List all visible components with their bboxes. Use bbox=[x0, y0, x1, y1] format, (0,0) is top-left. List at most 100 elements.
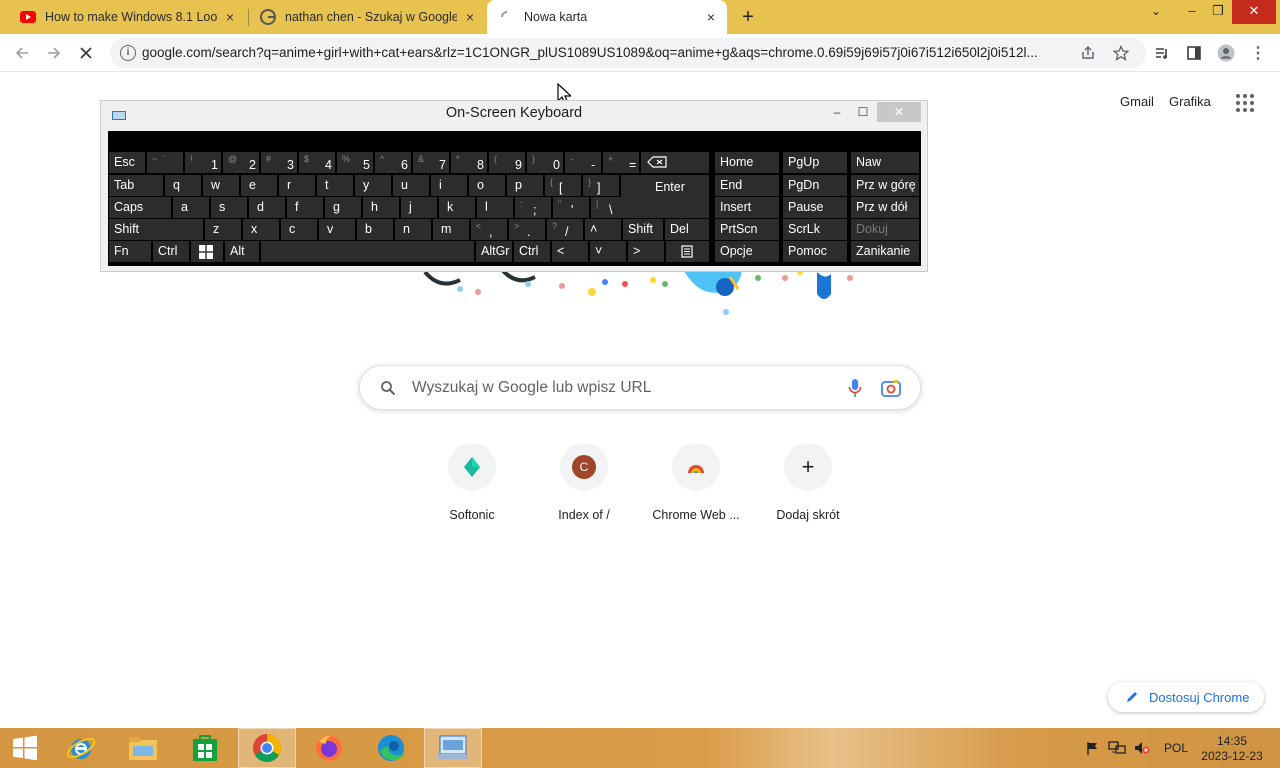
back-button[interactable] bbox=[10, 41, 34, 65]
tab-youtube[interactable]: How to make Windows 8.1 Look × bbox=[8, 0, 246, 34]
key-zanikanie[interactable]: Zanikanie bbox=[851, 241, 919, 262]
key-minus[interactable]: -- bbox=[565, 152, 601, 173]
key-2[interactable]: @2 bbox=[223, 152, 259, 173]
key-insert[interactable]: Insert bbox=[715, 197, 779, 218]
taskbar-internet-explorer[interactable] bbox=[52, 728, 110, 768]
key-alt[interactable]: Alt bbox=[225, 241, 259, 262]
media-control-button[interactable] bbox=[1150, 41, 1174, 65]
key-1[interactable]: ! 1 bbox=[185, 152, 221, 173]
close-window-button[interactable]: ✕ bbox=[1232, 0, 1276, 24]
taskbar-firefox[interactable] bbox=[300, 728, 358, 768]
speaker-muted-icon[interactable] bbox=[1134, 740, 1150, 756]
key-pause[interactable]: Pause bbox=[783, 197, 847, 218]
key-3[interactable]: #3 bbox=[261, 152, 297, 173]
taskbar-store[interactable] bbox=[176, 728, 234, 768]
key-k[interactable]: k bbox=[439, 197, 475, 218]
shortcut-chrome-web-store[interactable]: Chrome Web ... bbox=[640, 443, 752, 522]
key-w[interactable]: w bbox=[203, 175, 239, 196]
shortcut-index-of[interactable]: C Index of / bbox=[528, 443, 640, 522]
key-x[interactable]: x bbox=[243, 219, 279, 240]
profile-button[interactable] bbox=[1214, 41, 1238, 65]
key-s[interactable]: s bbox=[211, 197, 247, 218]
key-esc[interactable]: Esc bbox=[109, 152, 145, 173]
key-caps[interactable]: Caps bbox=[109, 197, 171, 218]
key-prtscn[interactable]: PrtScn bbox=[715, 219, 779, 240]
shortcut-softonic[interactable]: Softonic bbox=[416, 443, 528, 522]
key-g[interactable]: g bbox=[325, 197, 361, 218]
osk-close-button[interactable]: ✕ bbox=[877, 102, 921, 122]
search-placeholder[interactable]: Wyszukaj w Google lub wpisz URL bbox=[412, 379, 651, 397]
osk-maximize-button[interactable]: ☐ bbox=[849, 102, 877, 122]
customize-chrome-button[interactable]: Dostosuj Chrome bbox=[1108, 682, 1264, 712]
key-arrow-left[interactable]: < bbox=[552, 241, 588, 262]
key-pgdn[interactable]: PgDn bbox=[783, 175, 847, 196]
key-0[interactable]: ) 0 bbox=[527, 152, 563, 173]
tab-close-button[interactable]: × bbox=[703, 9, 719, 25]
key-b[interactable]: b bbox=[357, 219, 393, 240]
key-z[interactable]: z bbox=[205, 219, 241, 240]
key-q[interactable]: q bbox=[165, 175, 201, 196]
key-backslash[interactable]: | \ bbox=[591, 197, 627, 218]
key-r[interactable]: r bbox=[279, 175, 315, 196]
network-icon[interactable] bbox=[1108, 740, 1126, 756]
restore-button[interactable]: ❐ bbox=[1202, 0, 1234, 24]
key-equals[interactable]: + = bbox=[603, 152, 639, 173]
key-v[interactable]: v bbox=[319, 219, 355, 240]
shortcut-add[interactable]: + Dodaj skrót bbox=[752, 443, 864, 522]
key-5[interactable]: % 5 bbox=[337, 152, 373, 173]
key-home[interactable]: Home bbox=[715, 152, 779, 173]
key-slash[interactable]: ? / bbox=[547, 219, 583, 240]
search-box[interactable]: Wyszukaj w Google lub wpisz URL bbox=[359, 365, 921, 410]
key-scrlk[interactable]: ScrLk bbox=[783, 219, 847, 240]
address-url[interactable]: google.com/search?q=anime+girl+with+cat+… bbox=[142, 45, 1072, 60]
key-a[interactable]: a bbox=[173, 197, 209, 218]
key-shift-left[interactable]: Shift bbox=[109, 219, 203, 240]
key-space[interactable] bbox=[261, 241, 474, 262]
stop-loading-button[interactable] bbox=[74, 41, 98, 65]
share-icon[interactable] bbox=[1080, 45, 1096, 61]
key-pgup[interactable]: PgUp bbox=[783, 152, 847, 173]
microphone-icon[interactable] bbox=[848, 378, 862, 398]
google-apps-icon[interactable] bbox=[1236, 94, 1254, 112]
gmail-link[interactable]: Gmail bbox=[1120, 94, 1154, 109]
tab-new-tab[interactable]: Nowa karta × bbox=[487, 0, 727, 34]
key-d[interactable]: d bbox=[249, 197, 285, 218]
key-tab[interactable]: Tab bbox=[109, 175, 163, 196]
bookmark-star-icon[interactable] bbox=[1113, 45, 1129, 61]
key-ctrl-right[interactable]: Ctrl bbox=[514, 241, 550, 262]
key-naw[interactable]: Naw bbox=[851, 152, 919, 173]
clock[interactable]: 14:35 2023-12-23 bbox=[1200, 734, 1264, 764]
key-del[interactable]: Del bbox=[665, 219, 709, 240]
new-tab-button[interactable]: + bbox=[736, 5, 760, 29]
key-i[interactable]: i bbox=[431, 175, 467, 196]
menu-kebab-icon[interactable]: ⋮ bbox=[1246, 41, 1270, 65]
key-prz-w-dol[interactable]: Prz w dół bbox=[851, 197, 919, 218]
side-panel-button[interactable] bbox=[1182, 41, 1206, 65]
camera-lens-icon[interactable] bbox=[881, 379, 901, 397]
key-arrow-right[interactable]: > bbox=[628, 241, 664, 262]
key-quote[interactable]: " ' bbox=[553, 197, 589, 218]
key-comma[interactable]: <, bbox=[471, 219, 507, 240]
taskbar-on-screen-keyboard[interactable] bbox=[424, 728, 482, 768]
key-y[interactable]: y bbox=[355, 175, 391, 196]
key-c[interactable]: c bbox=[281, 219, 317, 240]
key-j[interactable]: j bbox=[401, 197, 437, 218]
key-n[interactable]: n bbox=[395, 219, 431, 240]
key-e[interactable]: e bbox=[241, 175, 277, 196]
tab-close-button[interactable]: × bbox=[222, 9, 238, 25]
key-shift-right[interactable]: Shift bbox=[623, 219, 663, 240]
key-8[interactable]: * 8 bbox=[451, 152, 487, 173]
key-arrow-down[interactable]: ˅ bbox=[590, 241, 626, 262]
forward-button[interactable] bbox=[42, 41, 66, 65]
images-link[interactable]: Grafika bbox=[1169, 94, 1211, 109]
key-9[interactable]: (9 bbox=[489, 152, 525, 173]
key-arrow-up[interactable]: ˄ bbox=[585, 219, 621, 240]
key-opcje[interactable]: Opcje bbox=[715, 241, 779, 262]
key-f[interactable]: f bbox=[287, 197, 323, 218]
taskbar-chrome[interactable] bbox=[238, 728, 296, 768]
key-ctrl-left[interactable]: Ctrl bbox=[153, 241, 189, 262]
key-end[interactable]: End bbox=[715, 175, 779, 196]
key-prz-w-gore[interactable]: Prz w górę bbox=[851, 175, 919, 196]
key-6[interactable]: ^ 6 bbox=[375, 152, 411, 173]
key-l[interactable]: l bbox=[477, 197, 513, 218]
